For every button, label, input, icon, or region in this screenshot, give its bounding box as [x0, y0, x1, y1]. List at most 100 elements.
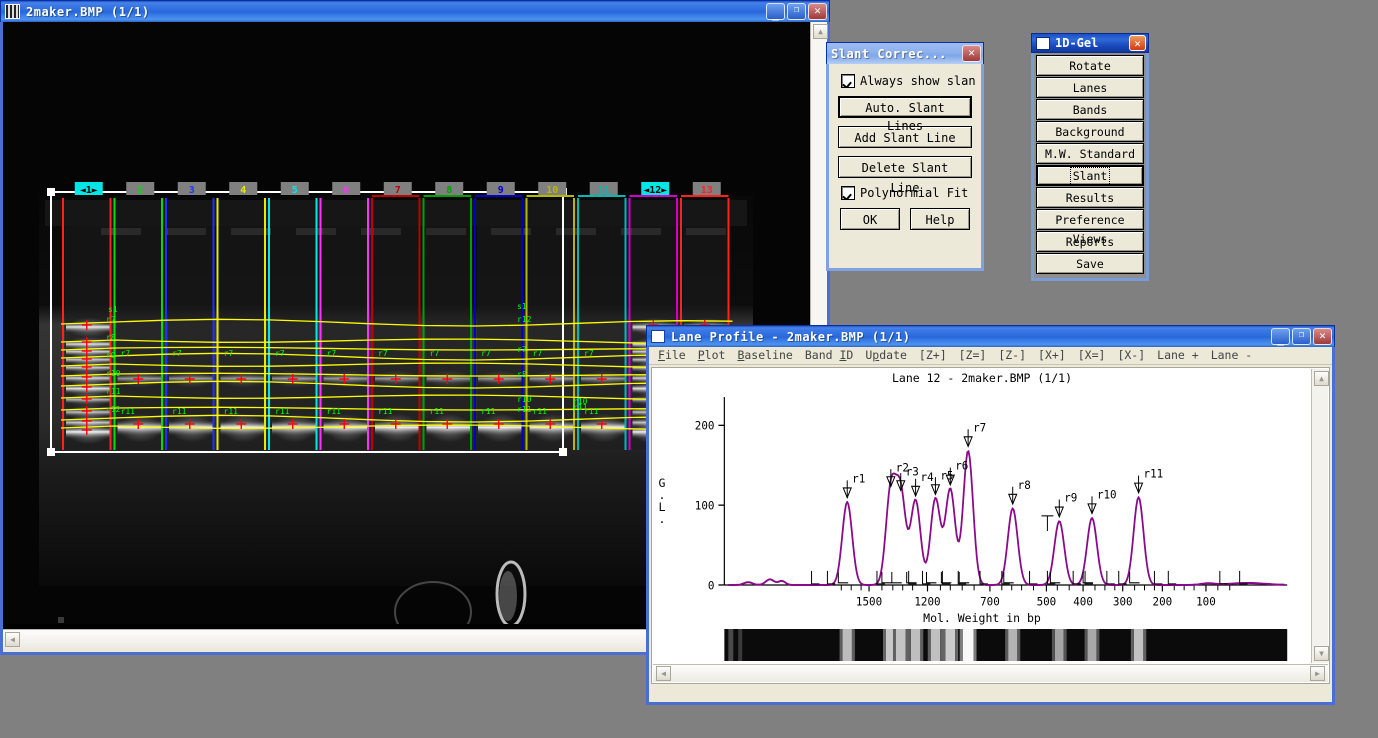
svg-text:r10: r10	[1097, 487, 1117, 502]
svg-text:r11: r11	[327, 407, 342, 416]
svg-text:9: 9	[498, 185, 504, 196]
profile-chart[interactable]: 01002001500 1200 700 500 400 300 200 100r1r2r3 r…	[653, 369, 1311, 626]
always-show-slant-row[interactable]: Always show slant li	[841, 74, 975, 88]
svg-text:r7: r7	[106, 315, 116, 324]
onedgel-titlebar[interactable]: 1D-Gel ✕	[1031, 33, 1149, 53]
gel-button-lanes[interactable]: Lanes	[1036, 77, 1144, 98]
gel-button-bands[interactable]: Bands	[1036, 99, 1144, 120]
auto-slant-lines-button[interactable]: Auto. Slant Lines	[838, 96, 972, 133]
gel-button-label: Slant	[1069, 167, 1111, 186]
svg-text:r11: r11	[224, 407, 239, 416]
window-icon	[1036, 36, 1050, 50]
profile-scroll-left-button[interactable]: ◀	[656, 666, 671, 681]
main-window-title: 2maker.BMP (1/1)	[26, 4, 150, 19]
gel-button-slant[interactable]: Slant	[1036, 165, 1144, 186]
window-icon	[651, 330, 665, 343]
lp-close-button[interactable]: ✕	[1313, 328, 1332, 345]
svg-text:r4: r4	[921, 469, 934, 484]
menu-item-baseline[interactable]: Baseline	[731, 348, 798, 363]
menu-item-update[interactable]: Update	[859, 348, 913, 363]
polynormial-fit-row[interactable]: Polynormial Fit Sl	[841, 186, 975, 200]
gel-button-results[interactable]: Results	[1036, 187, 1144, 208]
svg-text:200: 200	[695, 418, 715, 433]
lp-minimize-button[interactable]: _	[1271, 328, 1290, 345]
onedgel-title: 1D-Gel	[1055, 36, 1099, 50]
profile-scroll-right-button[interactable]: ▶	[1310, 666, 1325, 681]
ok-button[interactable]: OK	[840, 208, 900, 230]
svg-text:r11: r11	[121, 407, 136, 416]
main-window-controls: _ ❐ ✕	[766, 3, 827, 20]
minimize-button[interactable]: _	[766, 3, 785, 20]
svg-text:r11: r11	[481, 407, 496, 416]
menu-item-file[interactable]: File	[652, 348, 692, 363]
menu-item-x=[interactable]: [X=]	[1072, 348, 1112, 363]
svg-text:11: 11	[598, 185, 610, 196]
menu-item-x+[interactable]: [X+]	[1032, 348, 1072, 363]
svg-text:r8: r8	[1018, 477, 1031, 492]
slant-dialog-titlebar[interactable]: Slant Correc... ✕	[826, 42, 984, 64]
gel-button-reports[interactable]: Reports	[1036, 231, 1144, 252]
onedgel-close-button[interactable]: ✕	[1129, 35, 1146, 51]
add-slant-line-button[interactable]: Add Slant Line	[838, 126, 972, 148]
gel-button-rotate[interactable]: Rotate	[1036, 55, 1144, 76]
menu-item-x-[interactable]: [X-]	[1111, 348, 1151, 363]
menu-item-band-id[interactable]: Band ID	[799, 348, 860, 363]
svg-text:r10: r10	[573, 397, 588, 406]
svg-text:r7: r7	[533, 349, 543, 358]
help-button[interactable]: Help	[910, 208, 970, 230]
svg-text:3: 3	[189, 185, 195, 196]
always-show-slant-checkbox[interactable]	[841, 74, 855, 88]
slant-dialog-close-button[interactable]: ✕	[962, 45, 981, 62]
svg-text:2: 2	[137, 185, 143, 196]
svg-text:5: 5	[292, 185, 298, 196]
scroll-left-button[interactable]: ◀	[5, 632, 20, 647]
profile-horizontal-scrollbar[interactable]: ◀ ▶	[653, 664, 1328, 682]
svg-text:r10: r10	[106, 369, 121, 378]
svg-text:100: 100	[695, 498, 715, 513]
lane-profile-controls: _ ❐ ✕	[1271, 328, 1332, 345]
svg-text:1500: 1500	[856, 594, 882, 609]
svg-text:0: 0	[708, 578, 715, 593]
profile-scroll-up-button[interactable]: ▲	[1314, 371, 1329, 386]
svg-text:r9: r9	[1064, 490, 1077, 505]
polynormial-fit-checkbox[interactable]	[841, 186, 855, 200]
main-window-titlebar[interactable]: 2maker.BMP (1/1) _ ❐ ✕	[0, 0, 830, 22]
svg-text:r10: r10	[517, 395, 532, 404]
svg-text:r11: r11	[275, 407, 290, 416]
svg-text:r7: r7	[517, 345, 527, 354]
gel-button-background[interactable]: Background	[1036, 121, 1144, 142]
svg-text:r11: r11	[378, 407, 393, 416]
gel-button-m-w-standard[interactable]: M.W. Standard	[1036, 143, 1144, 164]
menu-item-z+[interactable]: [Z+]	[913, 348, 953, 363]
menu-item-plot[interactable]: Plot	[692, 348, 732, 363]
svg-text:r11: r11	[172, 407, 187, 416]
scroll-up-button[interactable]: ▲	[813, 24, 828, 39]
svg-text:8: 8	[446, 185, 452, 196]
profile-vertical-scrollbar[interactable]: ▲ ▼	[1311, 369, 1329, 663]
menu-item-lane-+[interactable]: Lane +	[1151, 348, 1205, 363]
close-button[interactable]: ✕	[808, 3, 827, 20]
svg-text:r7: r7	[275, 349, 285, 358]
svg-text:200: 200	[1153, 594, 1173, 609]
svg-text:r7: r7	[584, 349, 594, 358]
svg-text:r7: r7	[172, 349, 182, 358]
menu-item-z-[interactable]: [Z-]	[992, 348, 1032, 363]
gel-button-preference-views[interactable]: Preference Views	[1036, 209, 1144, 246]
slant-dialog-body: Always show slant li Auto. Slant Lines A…	[826, 64, 984, 271]
svg-text:r7: r7	[224, 349, 234, 358]
profile-scroll-down-button[interactable]: ▼	[1314, 646, 1329, 661]
svg-text:r1: r1	[852, 471, 865, 486]
svg-text:r8: r8	[517, 370, 527, 379]
svg-text:r11: r11	[517, 405, 532, 414]
maximize-button[interactable]: ❐	[787, 3, 806, 20]
profile-plot-area[interactable]: Lane 12 - 2maker.BMP (1/1) G.L. 0 100 200 1…	[653, 369, 1311, 626]
menu-item-lane-[interactable]: Lane -	[1205, 348, 1259, 363]
lane-profile-titlebar[interactable]: Lane Profile - 2maker.BMP (1/1) _ ❐ ✕	[646, 325, 1335, 347]
svg-text:r7: r7	[121, 349, 131, 358]
svg-text:r8: r8	[106, 333, 116, 342]
gel-button-save[interactable]: Save	[1036, 253, 1144, 274]
lp-maximize-button[interactable]: ❐	[1292, 328, 1311, 345]
delete-slant-line-button[interactable]: Delete Slant Line	[838, 156, 972, 195]
svg-text:13: 13	[701, 185, 713, 196]
menu-item-z=[interactable]: [Z=]	[953, 348, 993, 363]
